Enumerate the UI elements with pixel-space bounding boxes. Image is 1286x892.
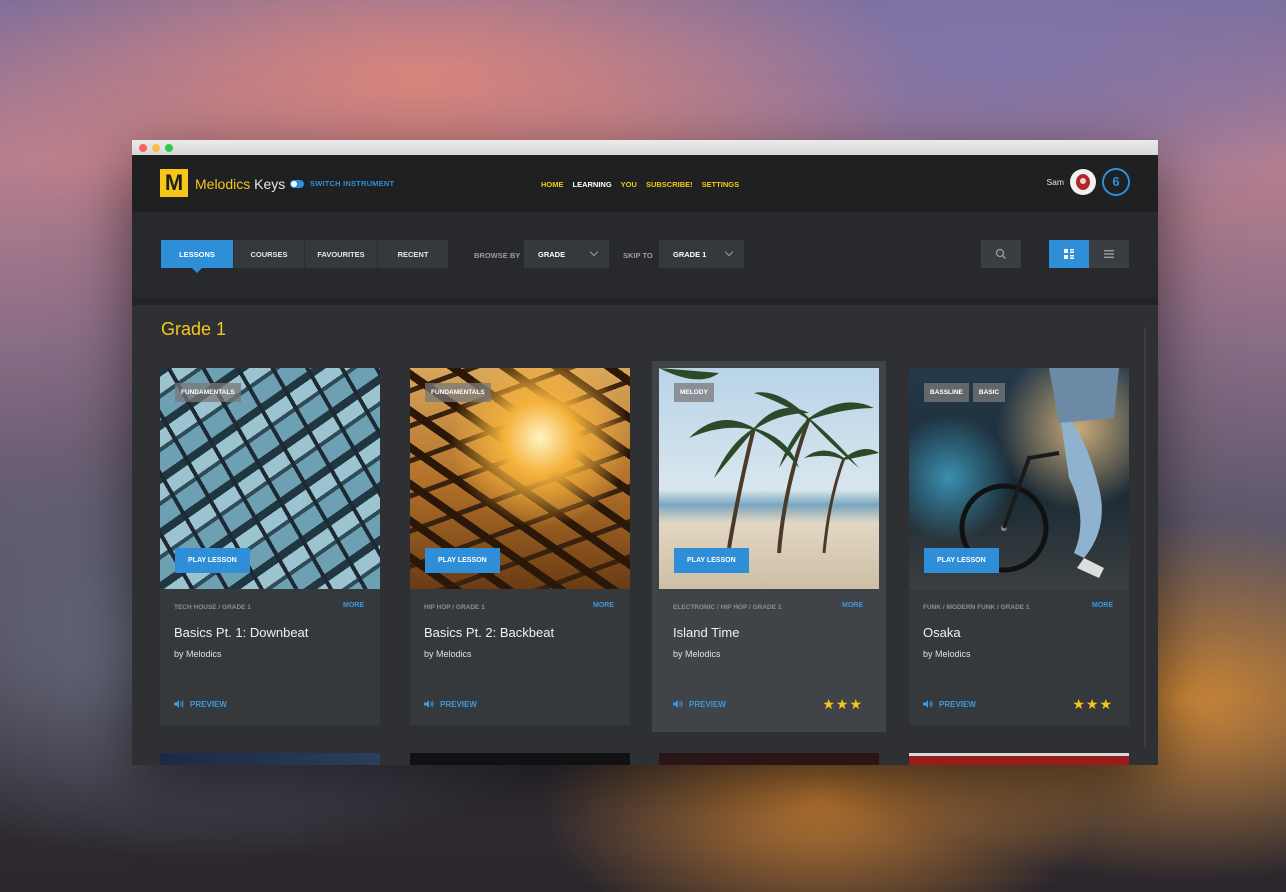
tag-list: FUNDAMENTALS [175, 383, 241, 402]
lesson-author: by Melodics [923, 649, 971, 659]
tab-lessons[interactable]: LESSONS [161, 240, 233, 273]
lesson-card[interactable] [160, 753, 380, 765]
play-lesson-button[interactable]: PLAY LESSON [425, 548, 500, 573]
top-navigation-bar: M Melodics Keys SWITCH INSTRUMENT HOME L… [132, 155, 1158, 212]
play-lesson-button[interactable]: PLAY LESSON [175, 548, 250, 573]
play-lesson-button[interactable]: PLAY LESSON [674, 548, 749, 573]
lesson-genre: TECH HOUSE / GRADE 1 [174, 604, 251, 611]
lesson-title: Basics Pt. 2: Backbeat [424, 625, 555, 640]
minimize-window-button[interactable] [152, 143, 160, 152]
zoom-window-button[interactable] [165, 143, 173, 152]
melodics-logo[interactable]: M [160, 169, 188, 197]
grid-view-button[interactable] [1049, 240, 1089, 268]
search-icon [995, 248, 1006, 259]
tag: MELODY [674, 383, 714, 402]
lesson-author: by Melodics [673, 649, 721, 659]
user-menu[interactable]: Sam 6 [1047, 168, 1130, 196]
preview-button[interactable]: PREVIEW [424, 699, 477, 709]
lesson-genre: HIP HOP / GRADE 1 [424, 604, 485, 611]
tag-list: MELODY [674, 383, 714, 402]
brand-product: Keys [254, 176, 286, 192]
tag: BASSLINE [924, 383, 969, 402]
tag: FUNDAMENTALS [425, 383, 491, 402]
skip-to-value: GRADE 1 [673, 249, 707, 259]
skip-to-label: SKIP TO [623, 251, 653, 260]
lesson-genre: FUNK / MODERN FUNK / GRADE 1 [923, 604, 1030, 611]
scrollbar[interactable] [1144, 327, 1146, 747]
tag-list: FUNDAMENTALS [425, 383, 491, 402]
speaker-icon [923, 700, 933, 708]
user-name: Sam [1046, 177, 1064, 187]
grid-view-icon [1064, 249, 1074, 259]
lesson-author: by Melodics [174, 649, 222, 659]
filter-bar: LESSONS COURSES FAVOURITES RECENT BROWSE… [132, 212, 1158, 305]
more-link[interactable]: MORE [343, 602, 364, 609]
tab-courses[interactable]: COURSES [233, 240, 304, 268]
switch-instrument-label: SWITCH INSTRUMENT [310, 179, 395, 188]
lesson-card[interactable]: MELODY PLAY LESSON ELECTRONIC / HIP HOP … [652, 361, 886, 732]
lesson-card[interactable] [410, 753, 630, 765]
lesson-card[interactable] [659, 753, 879, 765]
nav-you[interactable]: YOU [621, 180, 637, 189]
lesson-title: Island Time [673, 625, 740, 640]
browse-by-value: GRADE [538, 249, 566, 259]
more-link[interactable]: MORE [1092, 602, 1113, 609]
nav-learning[interactable]: LEARNING [573, 180, 612, 189]
browse-by-label: BROWSE BY [474, 251, 521, 260]
lesson-grid: Grade 1 FUNDAMENTALS PLAY LESSON TECH HO… [132, 305, 1158, 765]
lesson-card[interactable] [909, 753, 1129, 765]
toggle-icon [290, 179, 304, 188]
close-window-button[interactable] [139, 143, 147, 152]
lesson-author: by Melodics [424, 649, 472, 659]
lesson-card[interactable]: BASSLINE BASIC PLAY LESSON FUNK / MODERN… [909, 368, 1129, 725]
play-lesson-button[interactable]: PLAY LESSON [924, 548, 999, 573]
level-badge[interactable]: 6 [1102, 168, 1130, 196]
rating-stars: ★★★ [822, 696, 863, 712]
more-link[interactable]: MORE [593, 602, 614, 609]
lesson-genre: ELECTRONIC / HIP HOP / GRADE 1 [673, 604, 782, 611]
chevron-down-icon [589, 247, 599, 257]
tag-list: BASSLINE BASIC [924, 383, 1006, 402]
tab-favourites[interactable]: FAVOURITES [304, 240, 377, 268]
preview-label: PREVIEW [190, 699, 227, 709]
app-window: M Melodics Keys SWITCH INSTRUMENT HOME L… [132, 140, 1158, 765]
chevron-down-icon [724, 247, 734, 257]
view-toggle [1049, 240, 1129, 268]
speaker-icon [424, 700, 434, 708]
switch-instrument-button[interactable]: SWITCH INSTRUMENT [290, 179, 394, 188]
speaker-icon [174, 700, 184, 708]
brand-title: Melodics Keys [195, 176, 285, 192]
preview-button[interactable]: PREVIEW [673, 699, 726, 709]
lesson-title: Basics Pt. 1: Downbeat [174, 625, 309, 640]
more-link[interactable]: MORE [842, 602, 863, 609]
lesson-title: Osaka [923, 625, 961, 640]
preview-label: PREVIEW [939, 699, 976, 709]
search-button[interactable] [981, 240, 1021, 268]
list-view-button[interactable] [1089, 240, 1129, 268]
preview-button[interactable]: PREVIEW [923, 699, 976, 709]
lesson-tabs: LESSONS COURSES FAVOURITES RECENT [161, 240, 448, 273]
list-view-icon [1104, 250, 1114, 258]
preview-label: PREVIEW [689, 699, 726, 709]
rating-stars: ★★★ [1072, 696, 1113, 712]
nav-subscribe[interactable]: SUBSCRIBE! [646, 180, 693, 189]
tag: BASIC [972, 383, 1006, 402]
skip-to-select[interactable]: GRADE 1 [659, 240, 744, 268]
lesson-card[interactable]: FUNDAMENTALS PLAY LESSON HIP HOP / GRADE… [410, 368, 630, 725]
browse-by-select[interactable]: GRADE [524, 240, 609, 268]
preview-button[interactable]: PREVIEW [174, 699, 227, 709]
lesson-card[interactable]: FUNDAMENTALS PLAY LESSON TECH HOUSE / GR… [160, 368, 380, 725]
brand-name: Melodics [195, 176, 251, 192]
speaker-icon [673, 700, 683, 708]
tag: FUNDAMENTALS [175, 383, 241, 402]
window-titlebar [132, 140, 1158, 155]
tab-recent[interactable]: RECENT [377, 240, 448, 268]
avatar[interactable] [1070, 169, 1096, 195]
nav-home[interactable]: HOME [541, 180, 564, 189]
preview-label: PREVIEW [440, 699, 477, 709]
nav-settings[interactable]: SETTINGS [702, 180, 740, 189]
main-nav: HOME LEARNING YOU SUBSCRIBE! SETTINGS [541, 180, 739, 189]
section-title: Grade 1 [161, 319, 227, 339]
